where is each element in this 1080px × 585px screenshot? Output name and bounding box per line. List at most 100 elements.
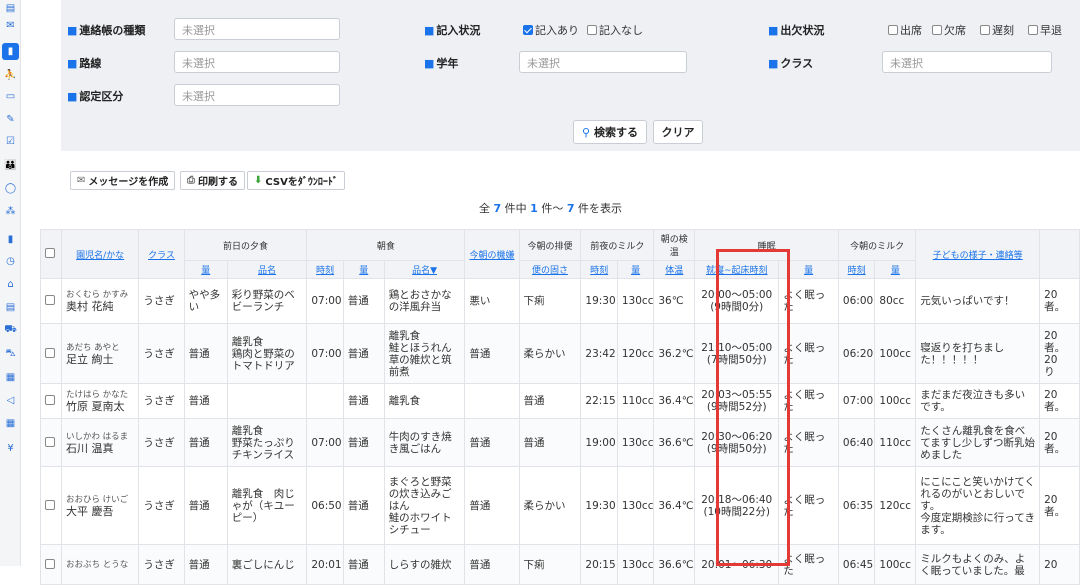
dinner-menu-cell: 離乳食 肉じゃが（キユーピー）: [226, 466, 308, 545]
chat-icon[interactable]: ◯: [2, 180, 19, 197]
sleep-range: 20:18～06:40: [701, 493, 773, 506]
car-icon[interactable]: ⛟: [2, 322, 19, 339]
sort-breakfast-amount[interactable]: 量: [342, 260, 385, 279]
sort-mood[interactable]: 今朝の機嫌: [464, 229, 520, 279]
row-checkbox[interactable]: [40, 544, 62, 585]
notebook-icon[interactable]: ▮: [2, 43, 19, 60]
sort-sleep-amount[interactable]: 量: [778, 260, 839, 279]
extra-cell: 20 者。: [1039, 418, 1080, 467]
family-icon[interactable]: 👪: [2, 157, 19, 174]
clear-button[interactable]: クリア: [653, 120, 703, 144]
attend-present-checkbox[interactable]: 出席: [888, 22, 922, 38]
sort-class[interactable]: クラス: [138, 229, 185, 279]
select-all-checkbox[interactable]: [40, 229, 62, 279]
dinner-amount-cell: 普通: [183, 323, 228, 384]
printer-icon: ⎙: [187, 175, 195, 186]
temperature-cell: 36.4℃: [653, 383, 696, 419]
row-checkbox[interactable]: [40, 323, 62, 384]
night-milk-amount-cell: 130cc: [616, 466, 655, 545]
sort-night-milk-time[interactable]: 時刻: [580, 260, 618, 279]
cart-icon[interactable]: ⛍: [2, 346, 19, 363]
stool-cell: 柔らかい: [518, 323, 582, 384]
attend-early-checkbox[interactable]: 早退: [1028, 22, 1062, 38]
row-checkbox[interactable]: [40, 278, 62, 324]
sort-breakfast-menu[interactable]: 品名▼: [383, 260, 466, 279]
morning-milk-amount-cell: 120cc: [874, 466, 917, 545]
route-select[interactable]: 未選択: [174, 51, 340, 73]
pen-icon[interactable]: ✎: [2, 111, 19, 128]
clock-icon[interactable]: ◷: [2, 253, 19, 270]
child-name-cell[interactable]: いしかわ はるま 石川 温真: [60, 418, 140, 467]
group-sleep: 睡眠: [694, 229, 839, 261]
yen-icon[interactable]: ¥: [2, 440, 19, 457]
table-row[interactable]: あだち あやと 足立 絢土 うさぎ 普通 離乳食 鶏肉と野菜のトマトドリア 07:00 普通…: [40, 323, 1080, 384]
row-checkbox[interactable]: [40, 383, 62, 419]
child-name-cell[interactable]: たけはら かなた 竹原 夏南太: [60, 383, 140, 419]
print-button[interactable]: ⎙ 印刷する: [180, 171, 245, 190]
csv-download-button[interactable]: ⬇ CSVをﾀﾞｳﾝﾛｰﾄﾞ: [247, 171, 345, 190]
sleep-quality-cell: よく眠った: [778, 278, 839, 324]
table-row[interactable]: おくむら かすみ 奥村 花純 うさぎ やや多い 彩り野菜のベビーランチ 07:00 普通 鶏と…: [40, 278, 1080, 324]
sort-morning-milk-amount[interactable]: 量: [874, 260, 917, 279]
attend-absent-checkbox[interactable]: 欠席: [932, 22, 966, 38]
sort-stool-state[interactable]: 便の固さ: [518, 260, 582, 279]
search-button[interactable]: ⚲ 検索する: [573, 120, 647, 144]
night-milk-amount-cell: 120cc: [616, 323, 655, 384]
sort-temperature[interactable]: 体温: [653, 260, 696, 279]
status-empty-checkbox[interactable]: 記入なし: [587, 22, 643, 38]
table-row[interactable]: おおぶち とうな うさぎ 普通 裏ごしにんじ 20:01 普通 しらすの雑炊 普通 下痢 20:1…: [40, 544, 1080, 585]
child-name-cell[interactable]: おくむら かすみ 奥村 花純: [60, 278, 140, 324]
child-name-cell[interactable]: あだち あやと 足立 絢土: [60, 323, 140, 384]
attend-late-checkbox[interactable]: 遅刻: [980, 22, 1014, 38]
calendar-icon[interactable]: ▭: [2, 88, 19, 105]
class-cell: うさぎ: [138, 278, 185, 324]
notes-cell: まだまだ夜泣きも多いです。: [915, 383, 1041, 419]
sort-dinner-menu[interactable]: 品名: [226, 260, 308, 279]
child-name-cell[interactable]: おおぶち とうな: [60, 544, 140, 585]
group-stool: 今朝の排便: [518, 229, 582, 261]
notes-cell: 元気いっぱいです！: [915, 278, 1041, 324]
child-name-cell[interactable]: おおひら けいご 大平 慶吾: [60, 466, 140, 545]
walk-icon[interactable]: ⛹: [2, 67, 19, 84]
check-icon[interactable]: ☑: [2, 133, 19, 150]
row-checkbox[interactable]: [40, 418, 62, 467]
clipboard-icon[interactable]: ▤: [2, 299, 19, 316]
sleep-quality-cell: よく眠った: [778, 544, 839, 585]
document-icon[interactable]: ▮: [2, 231, 19, 248]
breakfast-menu-cell: 牛肉のすき焼き風ごはん: [383, 418, 466, 467]
breakfast-time-cell: 07:00: [306, 323, 344, 384]
status-filled-checkbox[interactable]: 記入あり: [523, 22, 579, 38]
list-icon[interactable]: ▤: [2, 0, 19, 17]
sort-night-milk-amount[interactable]: 量: [616, 260, 655, 279]
sort-notes[interactable]: 子どもの様子・連絡等: [915, 229, 1041, 279]
sleep-time-cell: 21:10～05:00 (7時間50分): [694, 323, 780, 384]
row-checkbox[interactable]: [40, 466, 62, 545]
group-dinner: 前日の夕食: [183, 229, 308, 261]
send-icon[interactable]: ◁: [2, 392, 19, 409]
sleep-duration: (9時間50分): [706, 442, 767, 455]
grid2-icon[interactable]: ▦: [2, 415, 19, 432]
mail-icon[interactable]: ✉: [2, 17, 19, 34]
grade-select[interactable]: 未選択: [519, 51, 687, 73]
class-select[interactable]: 未選択: [882, 51, 1052, 73]
sort-sleep-time[interactable]: 就寝~起床時刻: [694, 260, 780, 279]
stool-cell: 柔らかい: [518, 466, 582, 545]
dinner-menu-cell: [226, 383, 308, 419]
sort-breakfast-time[interactable]: 時刻: [306, 260, 344, 279]
home-icon[interactable]: ⌂: [2, 276, 19, 293]
grid-icon[interactable]: ⁂: [2, 203, 19, 220]
table-row[interactable]: たけはら かなた 竹原 夏南太 うさぎ 普通 普通 離乳食 普通 22:15 110cc 36.4…: [40, 383, 1080, 419]
type-label: ■ 連絡帳の種類: [67, 24, 146, 37]
breakfast-amount-cell: 普通: [342, 466, 385, 545]
sort-morning-milk-time[interactable]: 時刻: [837, 260, 876, 279]
table-row[interactable]: おおひら けいご 大平 慶吾 うさぎ 普通 離乳食 肉じゃが（キユーピー） 06:50 普通…: [40, 466, 1080, 545]
create-message-button[interactable]: ✉ メッセージを作成: [70, 171, 176, 190]
cert-select[interactable]: 未選択: [174, 84, 340, 106]
sort-child-name[interactable]: 園児名/かな: [60, 229, 140, 279]
type-select[interactable]: 未選択: [174, 18, 340, 40]
table-row[interactable]: いしかわ はるま 石川 温真 うさぎ 普通 離乳食 野菜たっぷりチキンライス 07:00 普…: [40, 418, 1080, 467]
sort-dinner-amount[interactable]: 量: [183, 260, 228, 279]
child-kana: おおぶち とうな: [65, 559, 129, 570]
calendar2-icon[interactable]: ▦: [2, 369, 19, 386]
class-cell: うさぎ: [138, 466, 185, 545]
